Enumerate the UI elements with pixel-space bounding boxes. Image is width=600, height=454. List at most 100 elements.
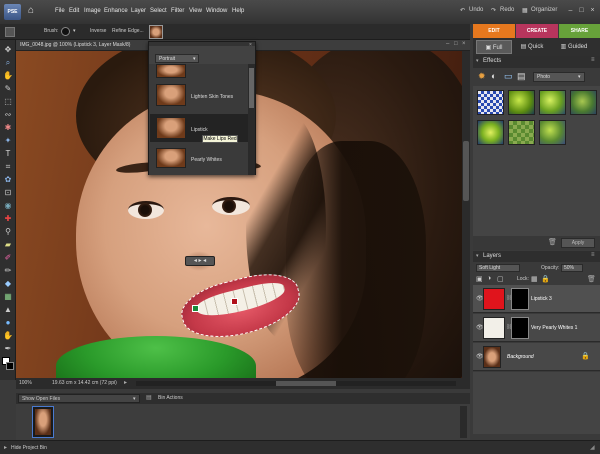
pin-marker-red[interactable] [231,298,238,305]
preset-item-lighten-skin[interactable] [156,84,186,106]
layer-row-pearly-whites[interactable]: 👁 ⛓ Very Pearly Whites 1 [473,314,600,342]
menu-view[interactable]: View [189,8,202,14]
effects-panel-header[interactable]: ▾ Effects ≡ [473,56,600,68]
horizontal-scroll-thumb[interactable] [276,381,336,386]
panel-menu-icon[interactable]: ≡ [591,57,595,63]
bin-scrollbar[interactable] [460,406,467,438]
vertical-scrollbar[interactable] [462,51,470,378]
smart-brush-icon[interactable]: ✏ [3,266,13,276]
blend-mode-select[interactable]: Soft Light [476,264,520,272]
menu-window[interactable]: Window [206,8,227,14]
pin-marker-green[interactable] [192,305,199,312]
layers-panel-header[interactable]: ▾ Layers ≡ [473,251,600,262]
collapse-icon[interactable]: ▾ [476,58,479,64]
brush-picker[interactable] [61,27,70,36]
maximize-icon[interactable]: □ [577,6,586,15]
preset-item-0[interactable] [156,64,186,78]
filters-icon[interactable]: ✹ [478,71,486,82]
mode-guided[interactable]: ▥ Guided [553,40,595,54]
redo-button[interactable]: Redo [500,7,514,13]
minimize-icon[interactable]: – [566,6,575,15]
close-icon[interactable]: × [588,6,597,15]
trash-icon[interactable]: 🗑 [548,238,557,246]
paint-bucket-icon[interactable]: ◆ [3,279,13,289]
status-arrow-icon[interactable]: ▸ [124,379,127,386]
mode-quick[interactable]: ▤ Quick [514,40,550,54]
effect-thumb-6[interactable] [508,120,535,145]
tab-create[interactable]: CREATE [516,24,558,38]
popup-close-icon[interactable]: × [249,42,252,48]
menu-layer[interactable]: Layer [131,8,146,14]
menu-image[interactable]: Image [84,8,101,14]
lock-all-icon[interactable]: 🔒 [541,275,550,283]
panel-menu-icon[interactable]: ≡ [591,252,595,258]
effect-thumb-5[interactable] [477,120,504,145]
effect-thumb-7[interactable] [539,120,566,145]
tab-edit[interactable]: EDIT [473,24,515,38]
blur-tool-icon[interactable]: ● [3,318,13,328]
undo-icon[interactable]: ↶ [460,7,465,14]
adjustment-layer-icon[interactable]: ◑ [487,275,491,282]
menu-filter[interactable]: Filter [171,8,184,14]
doc-close-icon[interactable]: × [462,41,466,47]
quick-selection-icon[interactable] [5,27,15,37]
magic-wand-icon[interactable]: ✦ [3,136,13,146]
brush-tool-icon[interactable]: ✐ [3,253,13,263]
doc-maximize-icon[interactable]: □ [454,41,458,47]
apply-button[interactable]: Apply [561,238,595,248]
organizer-icon[interactable]: ▦ [522,7,528,14]
clone-stamp-icon[interactable]: ⚲ [3,227,13,237]
lock-transparency-icon[interactable]: ▦ [531,275,538,283]
bin-file-thumbnail[interactable] [32,406,54,438]
menu-file[interactable]: File [55,8,65,14]
zoom-tool-icon[interactable]: ⌕ [3,58,13,68]
preset-thumb-lipstick[interactable] [156,117,186,139]
preset-scroll-thumb[interactable] [249,68,254,108]
show-all-icon[interactable]: ▤ [517,71,526,82]
show-open-files-select[interactable]: Show Open Files ▾ [18,394,140,403]
effect-thumb-3[interactable] [539,90,566,115]
cookie-cutter-icon[interactable]: ✿ [3,175,13,185]
pencil-tool-icon[interactable]: ✒ [3,344,13,354]
undo-button[interactable]: Undo [469,7,483,13]
new-layer-icon[interactable]: ▣ [476,275,483,283]
chevron-down-icon[interactable]: ▾ [73,28,76,34]
effect-thumb-2[interactable] [508,90,535,115]
menu-help[interactable]: Help [232,8,244,14]
menu-enhance[interactable]: Enhance [104,8,128,14]
marquee-tool-icon[interactable]: ⬚ [3,97,13,107]
effects-filter-select[interactable]: Photo ▾ [533,72,585,82]
layer-styles-icon[interactable]: ◐ [491,71,496,81]
shape-tool-icon[interactable]: ▲ [3,305,13,315]
move-tool-icon[interactable]: ✥ [3,45,13,55]
home-icon[interactable]: ⌂ [28,5,40,17]
redeye-tool-icon[interactable]: ◉ [3,201,13,211]
inverse-checkbox[interactable]: Inverse [90,28,106,34]
horizontal-scrollbar[interactable] [136,381,456,386]
background-color-swatch[interactable] [6,362,14,370]
preset-item-pearly-whites[interactable] [156,148,186,168]
hide-project-bin-button[interactable]: Hide Project Bin [11,445,47,451]
opacity-field[interactable]: 50% [561,264,583,272]
sponge-tool-icon[interactable]: ✋ [3,331,13,341]
collapse-icon[interactable]: ▾ [476,253,479,259]
preset-category-select[interactable]: Portrait ▾ [155,54,199,63]
bin-menu-icon[interactable]: ▤ [146,394,152,401]
layer-row-background[interactable]: 👁 Background 🔒 [473,343,600,371]
crop-tool-icon[interactable]: ⌗ [3,162,13,172]
tab-share[interactable]: SHARE [559,24,600,38]
zoom-level[interactable]: 100% [19,380,32,386]
refine-edge-button[interactable]: Refine Edge... [112,28,144,34]
menu-select[interactable]: Select [150,8,167,14]
lasso-tool-icon[interactable]: ∾ [3,110,13,120]
effect-thumb-4[interactable] [570,90,597,115]
organizer-button[interactable]: Organizer [531,7,557,13]
brush-size-widget[interactable]: ◂ ▸ ◂ [185,256,215,266]
preset-list-scrollbar[interactable] [248,64,255,175]
menu-edit[interactable]: Edit [69,8,79,14]
delete-layer-icon[interactable]: 🗑 [587,275,596,283]
straighten-tool-icon[interactable]: ⊡ [3,188,13,198]
healing-brush-icon[interactable]: ✚ [3,214,13,224]
bin-toggle-icon[interactable]: ▸ [4,444,7,451]
type-tool-icon[interactable]: T [3,149,13,159]
